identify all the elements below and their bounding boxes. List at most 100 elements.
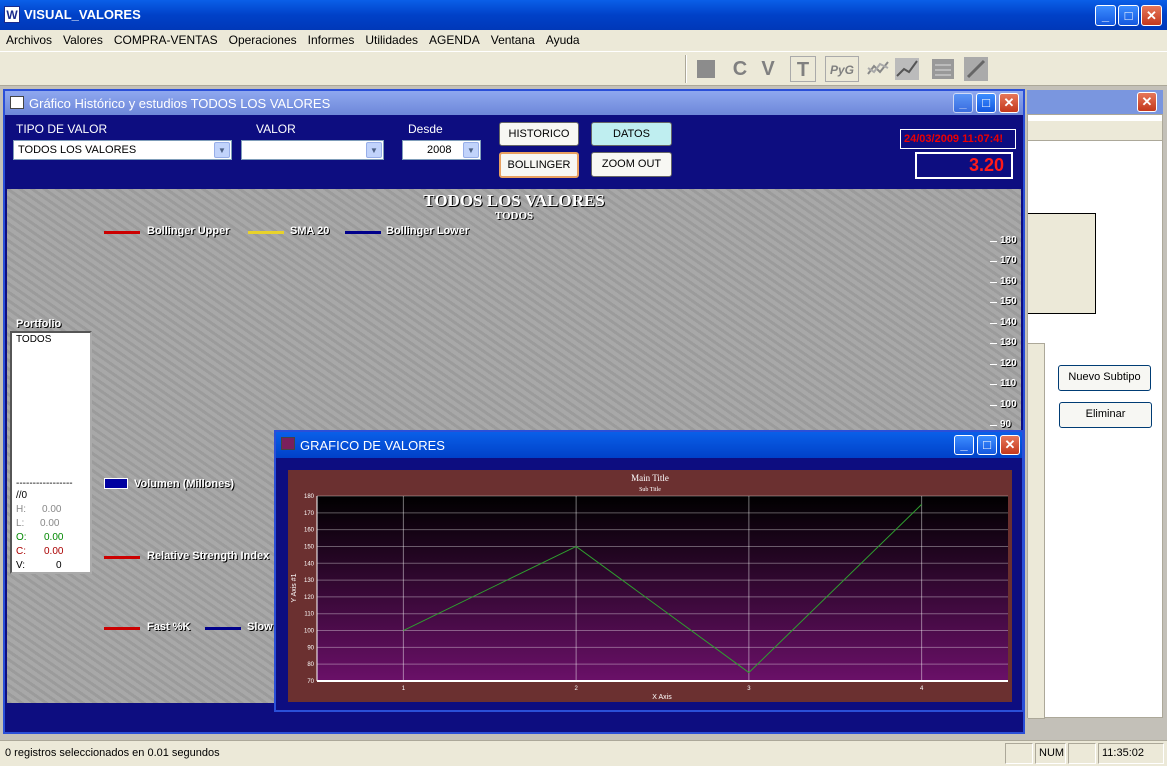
grafico-window-titlebar: GRAFICO DE VALORES _ □ ✕: [276, 432, 1022, 458]
historico-button[interactable]: HISTORICO: [499, 122, 579, 146]
y-tick-label: 160: [1000, 276, 1017, 287]
legend-sma20: SMA 20: [290, 225, 330, 237]
portfolio-label: Portfolio: [16, 318, 62, 330]
portfolio-list[interactable]: TODOS ----------------- //0 H: 0.00 L: 0.0…: [10, 331, 92, 574]
portfolio-item[interactable]: TODOS: [12, 333, 90, 346]
historical-minimize-button[interactable]: _: [953, 93, 973, 113]
historical-maximize-button[interactable]: □: [976, 93, 996, 113]
background-window-close-button[interactable]: ✕: [1137, 92, 1157, 112]
chart-subtitle: TODOS: [494, 210, 534, 222]
desde-select[interactable]: 2008 ▼: [402, 140, 481, 160]
y-tick: [990, 405, 997, 406]
toolbar: C V T PyG: [0, 51, 1167, 86]
close-button[interactable]: ✕: [1141, 5, 1162, 26]
menu-archivos[interactable]: Archivos: [0, 30, 57, 47]
chart-title: TODOS LOS VALORES: [423, 191, 605, 210]
valor-label: VALOR: [256, 122, 296, 136]
y-tick-label: 80: [307, 662, 314, 668]
menu-bar: Archivos Valores COMPRA-VENTAS Operaciones I…: [0, 30, 1167, 51]
y-tick-label: 110: [1000, 378, 1017, 389]
menu-operaciones[interactable]: Operaciones: [223, 30, 302, 47]
menu-agenda[interactable]: AGENDA: [423, 30, 485, 47]
y-tick-label: 150: [304, 544, 315, 550]
app-titlebar: W VISUAL_VALORES _ □ ✕: [0, 0, 1167, 30]
pyg-icon[interactable]: PyG: [825, 56, 859, 82]
legend-bollinger-upper: Bollinger Upper: [147, 225, 230, 237]
legend-rsi: Relative Strength Index: [147, 550, 270, 562]
grafico-maximize-button[interactable]: □: [977, 435, 997, 455]
chart-lines-icon[interactable]: [866, 56, 892, 82]
square-icon[interactable]: [693, 56, 719, 82]
high-label: H:: [16, 504, 26, 515]
eliminar-button[interactable]: Eliminar: [1059, 402, 1152, 428]
y-tick-label: 170: [304, 511, 315, 517]
legend-upper-swatch: [104, 231, 140, 234]
plot-area: [317, 496, 1008, 681]
y-tick-label: 140: [304, 561, 315, 567]
historical-close-button[interactable]: ✕: [999, 93, 1019, 113]
y-tick-label: 70: [307, 679, 314, 685]
grafico-valores-window: GRAFICO DE VALORES _ □ ✕ Main Title Sub …: [274, 430, 1024, 712]
nuevo-subtipo-button[interactable]: Nuevo Subtipo: [1058, 365, 1151, 391]
menu-valores[interactable]: Valores: [57, 30, 108, 47]
bollinger-button[interactable]: BOLLINGER: [499, 152, 579, 178]
background-window-titlebar: ✕: [1027, 90, 1163, 114]
chevron-down-icon[interactable]: ▼: [463, 142, 479, 158]
maximize-button[interactable]: □: [1118, 5, 1139, 26]
legend-bollinger-lower: Bollinger Lower: [386, 225, 470, 237]
open-label: O:: [16, 532, 27, 543]
tools-icon[interactable]: [963, 56, 989, 82]
menu-utilidades[interactable]: Utilidades: [359, 30, 423, 47]
volume-value: 0: [56, 560, 62, 571]
chevron-down-icon[interactable]: ▼: [366, 142, 382, 158]
status-text: 0 registros seleccionados en 0.01 segund…: [5, 747, 220, 759]
menu-compra-ventas[interactable]: COMPRA-VENTAS: [108, 30, 223, 47]
legend-lower-swatch: [345, 231, 381, 234]
menu-ventana[interactable]: Ventana: [485, 30, 540, 47]
report-icon[interactable]: [930, 56, 956, 82]
volume-label: V:: [16, 560, 26, 571]
minimize-button[interactable]: _: [1095, 5, 1116, 26]
y-tick: [990, 261, 997, 262]
grafico-close-button[interactable]: ✕: [1000, 435, 1020, 455]
legend-fastk-swatch: [104, 627, 140, 630]
y-tick-label: 90: [307, 645, 314, 651]
y-tick-label: 110: [304, 612, 314, 618]
close-value: 0.00: [44, 546, 64, 557]
background-window-body: Nuevo Subtipo Eliminar: [1027, 114, 1163, 719]
menu-informes[interactable]: Informes: [302, 30, 360, 47]
y-tick-label: 140: [1000, 317, 1017, 328]
legend-slow-swatch: [205, 627, 241, 630]
grafico-window-title: GRAFICO DE VALORES: [300, 438, 445, 453]
num-lock-indicator: NUM: [1035, 743, 1066, 764]
y-tick-label: 170: [1000, 255, 1017, 266]
grafico-minimize-button[interactable]: _: [954, 435, 974, 455]
clock-display: 11:35:02: [1098, 743, 1164, 764]
y-tick-label: 120: [304, 595, 315, 601]
close-label: C:: [16, 546, 26, 557]
y-tick-label: 160: [304, 528, 315, 534]
valor-select[interactable]: ▼: [241, 140, 384, 160]
t-icon[interactable]: T: [790, 56, 816, 82]
zoom-out-button[interactable]: ZOOM OUT: [591, 152, 672, 177]
app-title: VISUAL_VALORES: [24, 7, 141, 22]
chevron-down-icon[interactable]: ▼: [214, 142, 230, 158]
datos-button[interactable]: DATOS: [591, 122, 672, 146]
menu-ayuda[interactable]: Ayuda: [540, 30, 585, 47]
y-tick-label: 120: [1000, 358, 1017, 369]
x-axis-label: X Axis: [652, 694, 672, 701]
y-tick: [990, 343, 997, 344]
portfolio-date: //0: [16, 490, 28, 501]
historical-window-titlebar: Gráfico Histórico y estudios TODOS LOS V…: [5, 91, 1023, 115]
y-tick: [990, 323, 997, 324]
legend-sma-swatch: [248, 231, 284, 234]
y-tick-label: 150: [1000, 296, 1017, 307]
c-icon[interactable]: C: [727, 56, 753, 82]
y-tick: [990, 364, 997, 365]
y-tick: [990, 425, 997, 426]
desde-label: Desde: [408, 122, 443, 136]
tipo-valor-select[interactable]: TODOS LOS VALORES ▼: [13, 140, 232, 160]
chart-up-icon[interactable]: [894, 56, 920, 82]
legend-volume: Volumen (Millones): [134, 478, 235, 490]
v-icon[interactable]: V: [755, 56, 781, 82]
